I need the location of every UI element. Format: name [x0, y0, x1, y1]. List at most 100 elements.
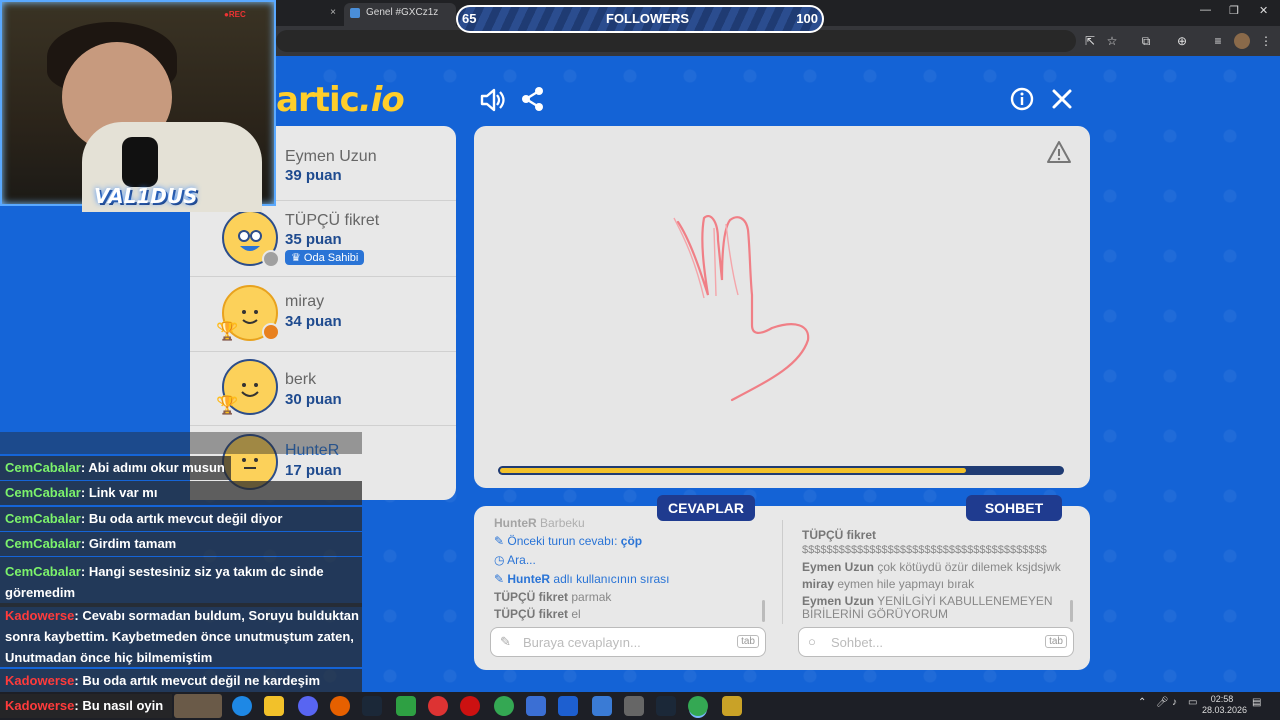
chat-message: Eymen Uzun YENİLGİYİ KABULLENEMEYEN BİRİ… [802, 594, 1053, 621]
player-row[interactable]: 🏆 berk 30 puan [190, 351, 456, 426]
chat-message: $$$$$$$$$$$$$$$$$$$$$$$$$$$$$$$$$$$$$$$$ [802, 544, 1047, 556]
trophy-icon: 🏆 [216, 395, 239, 415]
round-timer-fill [500, 468, 966, 473]
stream-chat-line: CemCabalar: Girdim tamam [0, 532, 362, 556]
steam-icon[interactable] [656, 696, 676, 716]
stream-chat-line: CemCabalar: Abi adımı okur musun [0, 456, 231, 480]
league-icon[interactable] [722, 696, 742, 716]
info-icon[interactable] [1010, 87, 1034, 111]
answers-scrollbar[interactable] [762, 600, 765, 622]
app-icon[interactable] [624, 696, 644, 716]
status-dot [262, 323, 280, 341]
stream-chat-line: CemCabalar: Bu oda artık mevcut değil di… [0, 507, 362, 531]
steam-icon[interactable] [362, 696, 382, 716]
media-icon[interactable]: ⊕ [1174, 33, 1190, 49]
stream-chat-line: CemCabalar: Hangi sestesiniz siz ya takı… [0, 557, 362, 607]
answer-message: HunteR Barbeku [494, 516, 585, 530]
extensions-icon[interactable]: ⧉ [1138, 33, 1154, 49]
player-name: berk [285, 371, 317, 388]
opera-icon[interactable] [460, 696, 480, 716]
stream-chat-line: CemCabalar: Link var mı [0, 481, 362, 505]
player-score: 39 puan [285, 167, 342, 184]
answers-list: HunteR Barbeku ✎ Önceki turun cevabı: çö… [494, 516, 764, 624]
answer-message: ✎ HunteR adlı kullanıcının sırası [494, 572, 670, 586]
answer-input[interactable]: ✎ Buraya cevaplayın... tab [490, 627, 766, 657]
player-row[interactable]: 🏆 miray 34 puan [190, 277, 456, 352]
close-window-icon[interactable]: ✕ [1259, 4, 1268, 17]
bookmark-star-icon[interactable]: ☆ [1104, 33, 1120, 49]
answer-placeholder: Buraya cevaplayın... [523, 635, 641, 650]
pencil-icon: ✎ [500, 634, 511, 649]
avatar-face-icon [242, 310, 258, 324]
stream-chat-line [0, 432, 362, 454]
tab-close-icon[interactable]: × [330, 3, 336, 23]
report-warning-icon[interactable] [1046, 140, 1072, 164]
microphone [122, 137, 158, 187]
notification-icon[interactable]: ▤ [1252, 697, 1261, 708]
profile-avatar[interactable] [1234, 33, 1250, 49]
chat-list: TÜPÇÜ fikret $$$$$$$$$$$$$$$$$$$$$$$$$$$… [802, 516, 1070, 624]
minimize-icon[interactable]: — [1200, 4, 1211, 16]
clock-time: 02:58 [1210, 694, 1234, 704]
menu-icon[interactable]: ⋮ [1258, 33, 1274, 49]
status-dot [262, 250, 280, 268]
chat-scrollbar[interactable] [1070, 600, 1073, 622]
stream-chat-line: Kadowerse: Cevabı sormadan buldum, Soruy… [0, 603, 362, 667]
trophy-icon: 🏆 [216, 321, 239, 341]
followers-label: FOLLOWERS [606, 11, 690, 26]
answer-message: TÜPÇÜ fikret el [494, 607, 581, 621]
share-icon[interactable] [520, 86, 546, 112]
game-logo: artic.io [276, 80, 405, 120]
chat-bubble-icon: ○ [808, 634, 816, 649]
stream-chat-line: Kadowerse: Bu oda artık mevcut değil ne … [0, 669, 362, 693]
discord-icon[interactable] [298, 696, 318, 716]
chat-input[interactable]: ○ Sohbet... tab [798, 627, 1074, 657]
network-icon[interactable]: ▭ [1188, 697, 1197, 708]
chrome-icon[interactable] [494, 696, 514, 716]
edge-icon[interactable] [232, 696, 252, 716]
clock[interactable]: 02:58 28.03.2026 [1202, 694, 1247, 716]
obs-icon[interactable] [428, 696, 448, 716]
address-bar[interactable] [276, 30, 1076, 52]
player-score: 35 puan [285, 231, 342, 248]
rec-indicator: ●REC [224, 10, 246, 19]
favicon-icon [350, 8, 360, 18]
avatar-face-icon [238, 230, 262, 251]
answer-message: ◷ Ara... [494, 553, 536, 567]
app-icon[interactable] [558, 696, 578, 716]
answer-message: ✎ Önceki turun cevabı: çöp [494, 534, 643, 548]
player-row[interactable]: TÜPÇÜ fikret 35 puan ♛ Oda Sahibi [190, 202, 456, 277]
player-name: Eymen Uzun [285, 148, 377, 165]
avatar-face-icon [241, 383, 259, 397]
browser-tab-active[interactable]: Genel #GXCz1z (Türkçe) - [344, 3, 456, 38]
restore-icon[interactable]: ❐ [1229, 4, 1239, 17]
firefox-icon[interactable] [330, 696, 350, 716]
tray-overflow-icon[interactable]: ⌃ [1138, 697, 1146, 708]
avatar-face-icon [242, 458, 258, 469]
stream-chat-line: Kadowerse: Bu nasıl oyin [0, 694, 172, 718]
app-icon[interactable] [592, 696, 612, 716]
file-explorer-icon[interactable] [264, 696, 284, 716]
chat-message: Eymen Uzun çok kötüydü özür dilemek ksjd… [802, 560, 1061, 574]
sound-icon[interactable] [478, 86, 506, 114]
followers-goal: 65 FOLLOWERS 100 [456, 5, 824, 33]
tab-key-hint: tab [737, 635, 759, 648]
mic-icon[interactable]: 🎤︎ [1156, 697, 1169, 708]
install-app-icon[interactable]: ⇱ [1082, 33, 1098, 49]
chrome-active-icon[interactable] [688, 696, 708, 716]
chat-message: TÜPÇÜ fikret [802, 528, 877, 542]
chat-message: miray eymen hile yapmayı bırak [802, 577, 975, 591]
reading-list-icon[interactable]: ≡ [1210, 33, 1226, 49]
app-icon[interactable] [526, 696, 546, 716]
followers-current: 65 [462, 11, 477, 26]
close-game-icon[interactable] [1051, 88, 1073, 110]
taskbar-thumbnail[interactable] [174, 694, 222, 718]
answer-message: TÜPÇÜ fikret parmak [494, 590, 612, 604]
player-name: miray [285, 293, 325, 310]
chat-placeholder: Sohbet... [831, 635, 884, 650]
followers-goal-value: 100 [796, 11, 818, 26]
shield-app-icon[interactable] [396, 696, 416, 716]
volume-icon[interactable]: ♪ [1172, 697, 1177, 708]
room-owner-badge: ♛ Oda Sahibi [285, 250, 365, 265]
player-score: 34 puan [285, 313, 342, 330]
